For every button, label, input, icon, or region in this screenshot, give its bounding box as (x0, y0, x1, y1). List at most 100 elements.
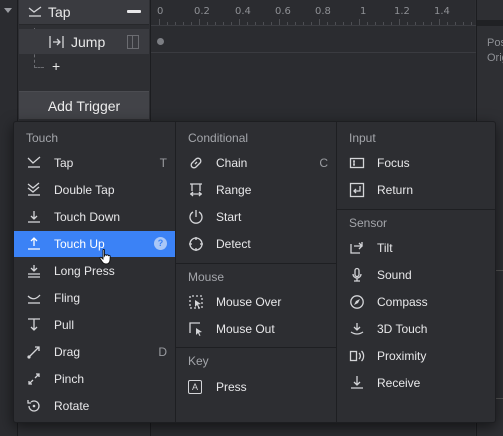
color-indicator[interactable] (127, 10, 141, 13)
menu-item-label: Range (216, 183, 252, 197)
ruler-tick (239, 19, 240, 25)
ruler-tick (351, 22, 352, 25)
menu-item-receive[interactable]: Receive (337, 370, 495, 396)
menu-item-long-press[interactable]: Long Press (14, 258, 175, 284)
ruler-tick (439, 19, 440, 25)
trigger-row-label: Tap (48, 4, 71, 20)
tick-label: 1.4 (434, 6, 450, 17)
ruler-tick (399, 19, 400, 25)
ruler-tick (175, 22, 176, 25)
menu-item-fling[interactable]: Fling (14, 285, 175, 311)
menu-item-detect[interactable]: Detect (176, 231, 336, 257)
menu-item-chain[interactable]: Chain C (176, 150, 336, 176)
property-label: Orig (487, 52, 503, 64)
ruler-tick (359, 19, 360, 25)
menu-item-3d-touch[interactable]: 3D Touch (337, 316, 495, 342)
keyframe-dot[interactable] (157, 38, 164, 45)
ruler-tick (335, 22, 336, 25)
menu-item-label: Receive (377, 376, 421, 390)
ruler-tick (311, 22, 312, 25)
menu-item-drag[interactable]: Drag D (14, 339, 175, 365)
mouse-over-icon (188, 294, 204, 310)
ruler-tick (199, 19, 200, 25)
section-divider (176, 263, 336, 264)
menu-item-label: Tilt (377, 241, 393, 255)
ruler-tick (215, 22, 216, 25)
receive-icon (349, 375, 365, 391)
collapse-triangle-icon[interactable] (4, 8, 12, 13)
menu-item-touch-up[interactable]: Touch Up ? (14, 231, 175, 257)
menu-item-pinch[interactable]: Pinch (14, 366, 175, 392)
section-title-mouse: Mouse (188, 270, 225, 284)
ruler-tick (287, 22, 288, 25)
ruler-tick (303, 22, 304, 25)
menu-item-focus[interactable]: Focus (337, 150, 495, 176)
trigger-row-tap[interactable]: Tap (19, 0, 149, 25)
ruler-tick (295, 22, 296, 25)
tick-label: 0.8 (315, 6, 331, 17)
menu-item-label: Detect (216, 237, 251, 251)
sound-icon (349, 267, 365, 283)
property-label: Pos (487, 37, 503, 49)
menu-item-tilt[interactable]: Tilt (337, 235, 495, 261)
add-trigger-button[interactable]: Add Trigger (19, 91, 149, 119)
help-icon[interactable]: ? (154, 237, 167, 250)
ruler-tick (463, 22, 464, 25)
action-row-jump[interactable]: Jump (19, 29, 149, 54)
tap-icon (27, 4, 43, 20)
menu-item-label: Tap (54, 156, 74, 170)
return-icon (349, 182, 365, 198)
section-title-conditional: Conditional (188, 131, 249, 145)
tap-icon (26, 155, 42, 171)
ruler-tick (415, 22, 416, 25)
menu-item-tap[interactable]: Tap T (14, 150, 175, 176)
mouse-out-icon (188, 321, 204, 337)
menu-item-label: Focus (377, 156, 410, 170)
menu-item-range[interactable]: Range (176, 177, 336, 203)
menu-item-label: Start (216, 210, 242, 224)
panel-header-bar (477, 20, 503, 26)
hand-cursor-icon (98, 249, 112, 265)
chain-icon (188, 155, 204, 171)
section-divider (176, 347, 336, 348)
ruler-tick (471, 22, 472, 25)
shortcut-label: C (319, 156, 328, 170)
menu-item-sound[interactable]: Sound (337, 262, 495, 288)
menu-column-touch: Touch Tap T Double Tap Touch Down Touch … (14, 122, 175, 422)
menu-item-double-tap[interactable]: Double Tap (14, 177, 175, 203)
ruler-tick (367, 22, 368, 25)
timeline-ruler[interactable]: 0 0.2 0.4 0.6 0.8 1 1.2 1.4 (151, 0, 476, 26)
ruler-tick (247, 22, 248, 25)
menu-item-label: Chain (216, 156, 248, 170)
menu-item-return[interactable]: Return (337, 177, 495, 203)
menu-item-proximity[interactable]: Proximity (337, 343, 495, 369)
menu-item-touch-down[interactable]: Touch Down (14, 204, 175, 230)
ruler-tick (455, 22, 456, 25)
menu-item-mouse-over[interactable]: Mouse Over (176, 289, 336, 315)
menu-item-label: Rotate (54, 399, 90, 413)
ruler-tick (447, 22, 448, 25)
ruler-tick (159, 19, 160, 25)
trigger-type-menu: Touch Tap T Double Tap Touch Down Touch … (13, 121, 496, 423)
3d-touch-icon (349, 321, 365, 337)
jump-icon (49, 35, 64, 49)
menu-item-mouse-out[interactable]: Mouse Out (176, 316, 336, 342)
menu-item-label: Press (216, 380, 247, 394)
section-title-input: Input (349, 131, 376, 145)
ruler-tick (271, 22, 272, 25)
section-title-key: Key (188, 354, 209, 368)
menu-item-press[interactable]: A Press (176, 374, 336, 400)
ruler-tick (319, 19, 320, 25)
menu-item-rotate[interactable]: Rotate (14, 393, 175, 419)
menu-item-start[interactable]: Start (176, 204, 336, 230)
action-row-label: Jump (71, 34, 106, 50)
split-panel-icon[interactable] (127, 35, 139, 49)
menu-item-label: Mouse Over (216, 295, 282, 309)
ruler-tick (391, 22, 392, 25)
tick-label: 1 (360, 6, 367, 17)
menu-item-compass[interactable]: Compass (337, 289, 495, 315)
add-action-button[interactable]: + (52, 58, 60, 74)
tick-label: 0 (157, 6, 164, 17)
long-press-icon (26, 263, 42, 279)
menu-item-pull[interactable]: Pull (14, 312, 175, 338)
